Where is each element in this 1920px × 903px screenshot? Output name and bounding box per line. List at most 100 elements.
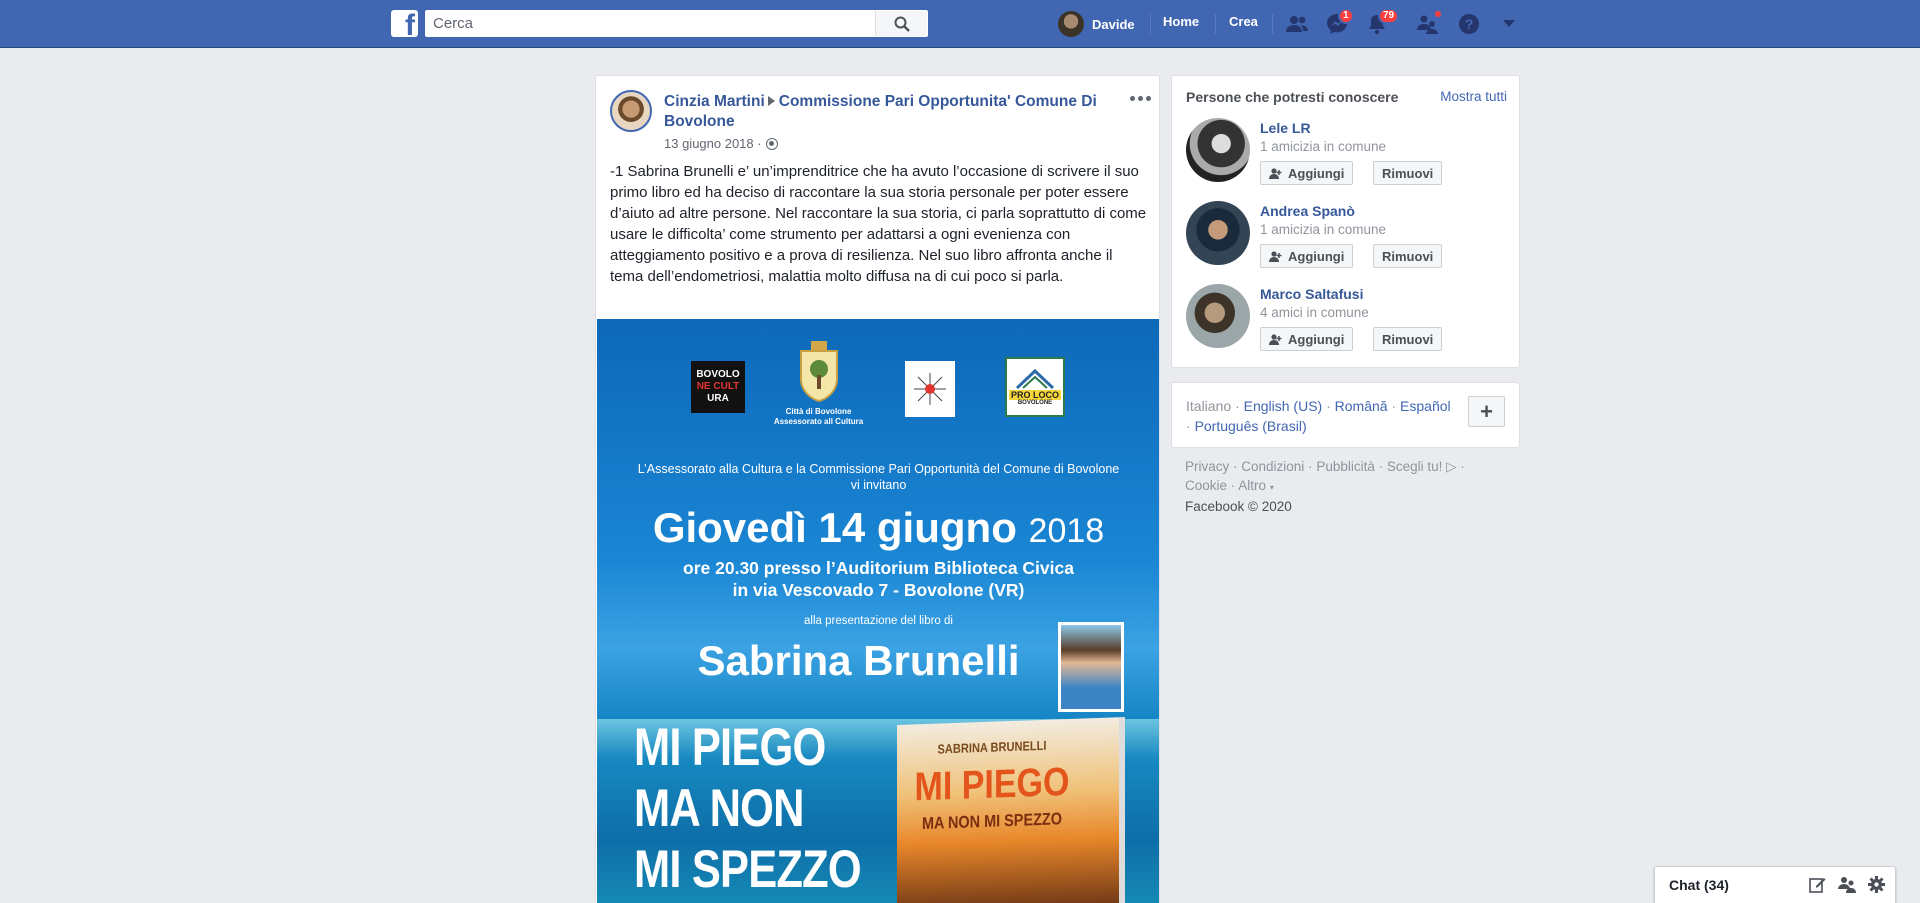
book-title-line: MA NON — [634, 779, 805, 838]
language-link[interactable]: Română — [1335, 398, 1388, 414]
footer-link[interactable]: Pubblicità — [1316, 459, 1375, 474]
footer-link[interactable]: Cookie — [1185, 478, 1227, 493]
chat-label: Chat (34) — [1669, 877, 1729, 893]
pymk-person: Andrea Spanò 1 amicizia in comune Aggiun… — [1186, 201, 1506, 268]
copyright-text: Facebook © 2020 — [1185, 499, 1292, 514]
logo-text: NE CULT — [696, 381, 740, 392]
messenger-badge: 1 — [1338, 8, 1354, 24]
pymk-person: Marco Saltafusi 4 amici in comune Aggiun… — [1186, 284, 1506, 351]
book-title-line: MI PIEGO — [634, 718, 826, 777]
profile-link[interactable]: Davide — [1058, 10, 1135, 38]
pro-loco-sub: BOVOLONE — [1017, 400, 1053, 406]
chat-sidebar-tab[interactable]: Chat (34) — [1654, 866, 1896, 903]
invite-line: vi invitano — [850, 478, 907, 492]
avatar — [1058, 11, 1084, 37]
add-friend-button[interactable]: Aggiungi — [1260, 161, 1354, 185]
poster-date-main: Giovedì 14 giugno — [652, 504, 1017, 551]
facebook-logo-icon[interactable]: f — [391, 10, 418, 37]
bovolone-coat-of-arms-logo — [797, 341, 841, 403]
avatar[interactable] — [1186, 284, 1250, 348]
mutual-friends-text[interactable]: 4 amici in comune — [1260, 305, 1369, 320]
groups-button[interactable] — [1415, 9, 1443, 37]
language-link[interactable]: Português (Brasil) — [1195, 418, 1307, 434]
poster-invite-text: L’Assessorato alla Cultura e la Commissi… — [597, 461, 1159, 493]
remove-suggestion-button[interactable]: Rimuovi — [1373, 327, 1443, 351]
language-link[interactable]: Español — [1400, 398, 1451, 414]
footer-links: Privacy · Condizioni · Pubblicità · Sceg… — [1185, 459, 1465, 493]
post-image[interactable]: BOVOLO NE CULT URA Città di Bovolone Ass… — [597, 319, 1159, 903]
venue-line: ore 20.30 presso l’Auditorium Biblioteca… — [683, 558, 1074, 578]
account-menu-button[interactable] — [1496, 11, 1522, 37]
remove-suggestion-button[interactable]: Rimuovi — [1373, 161, 1443, 185]
add-friend-button[interactable]: Aggiungi — [1260, 327, 1354, 351]
pymk-title: Persone che potresti conoscere — [1186, 89, 1399, 105]
page-footer: Privacy · Condizioni · Pubblicità · Sceg… — [1185, 457, 1505, 516]
notifications-badge: 79 — [1378, 8, 1400, 24]
top-navigation-bar: f Davide Home Crea 1 79 ? — [0, 0, 1920, 48]
pro-loco-text: PRO LOCO — [1008, 390, 1061, 400]
footer-link[interactable]: Scegli tu! — [1387, 459, 1443, 474]
person-name-link[interactable]: Marco Saltafusi — [1260, 286, 1363, 302]
book-title-line: MI SPEZZO — [634, 840, 862, 899]
more-languages-button[interactable]: + — [1468, 396, 1505, 427]
book-cover-image: SABRINA BRUNELLI MI PIEGO MA NON MI SPEZ… — [897, 717, 1125, 903]
author-portrait-image — [1058, 622, 1124, 712]
language-list: Italiano · English (US) · Română · Españ… — [1186, 398, 1451, 434]
poster-date-year: 2018 — [1028, 512, 1105, 550]
friend-requests-button[interactable] — [1284, 11, 1310, 37]
mutual-friends-text[interactable]: 1 amicizia in comune — [1260, 222, 1386, 237]
footer-link[interactable]: Privacy — [1185, 459, 1229, 474]
avatar[interactable] — [1186, 201, 1250, 265]
avatar[interactable] — [1186, 118, 1250, 182]
plus-icon: + — [1480, 398, 1493, 424]
post-date-link[interactable]: 13 giugno 2018 · — [664, 136, 762, 151]
home-link[interactable]: Home — [1163, 14, 1199, 29]
globe-icon — [765, 137, 778, 150]
language-link[interactable]: English (US) — [1244, 398, 1323, 414]
remove-suggestion-button[interactable]: Rimuovi — [1373, 244, 1443, 268]
person-name-link[interactable]: Lele LR — [1260, 120, 1311, 136]
author-avatar[interactable] — [610, 90, 652, 132]
search-icon — [894, 16, 910, 32]
pro-loco-logo: PRO LOCO BOVOLONE — [1005, 357, 1065, 417]
caret-down-icon: ▾ — [1269, 483, 1274, 492]
svg-text:?: ? — [1465, 16, 1474, 32]
remove-label: Rimuovi — [1382, 248, 1434, 264]
poster-date: Giovedì 14 giugno 2018 — [597, 504, 1159, 552]
chat-actions — [1809, 876, 1885, 893]
help-button[interactable]: ? — [1456, 11, 1482, 37]
messenger-button[interactable]: 1 — [1324, 8, 1354, 37]
add-friend-label: Aggiungi — [1288, 331, 1345, 347]
notifications-button[interactable]: 79 — [1364, 8, 1400, 37]
footer-link[interactable]: Altro — [1238, 478, 1266, 493]
more-dot-icon — [1146, 96, 1151, 101]
new-message-icon[interactable] — [1809, 876, 1826, 893]
create-group-icon[interactable] — [1838, 876, 1856, 893]
poster-venue: ore 20.30 presso l’Auditorium Biblioteca… — [597, 557, 1159, 601]
mutual-friends-text[interactable]: 1 amicizia in comune — [1260, 139, 1386, 154]
add-friend-label: Aggiungi — [1288, 165, 1345, 181]
search-input[interactable] — [425, 11, 875, 36]
add-friend-icon — [1269, 167, 1282, 179]
author-name-link[interactable]: Cinzia Martini — [664, 93, 765, 110]
see-all-link[interactable]: Mostra tutti — [1440, 89, 1507, 104]
post-meta: 13 giugno 2018 · — [664, 136, 778, 151]
search-button[interactable] — [875, 11, 927, 36]
footer-link[interactable]: Condizioni — [1241, 459, 1304, 474]
caret-down-icon — [1503, 20, 1515, 27]
invite-line: L’Assessorato alla Cultura e la Commissi… — [637, 462, 1120, 476]
add-friend-button[interactable]: Aggiungi — [1260, 244, 1354, 268]
gear-icon[interactable] — [1868, 876, 1885, 893]
more-dot-icon — [1130, 96, 1135, 101]
book-cover-subtitle: MA NON MI SPEZZO — [922, 809, 1062, 834]
pymk-person: Lele LR 1 amicizia in comune Aggiungi Ri… — [1186, 118, 1506, 185]
person-name-link[interactable]: Andrea Spanò — [1260, 203, 1355, 219]
post-options-button[interactable] — [1130, 96, 1151, 101]
add-friend-label: Aggiungi — [1288, 248, 1345, 264]
bovolone-cultura-logo: BOVOLO NE CULT URA — [691, 361, 745, 413]
remove-label: Rimuovi — [1382, 165, 1434, 181]
poster-book-title: MI PIEGO MA NON MI SPEZZO — [634, 717, 862, 900]
create-link[interactable]: Crea — [1229, 14, 1258, 29]
nav-divider — [1215, 14, 1216, 34]
coat-caption-line: Assessorato all Cultura — [773, 417, 864, 426]
